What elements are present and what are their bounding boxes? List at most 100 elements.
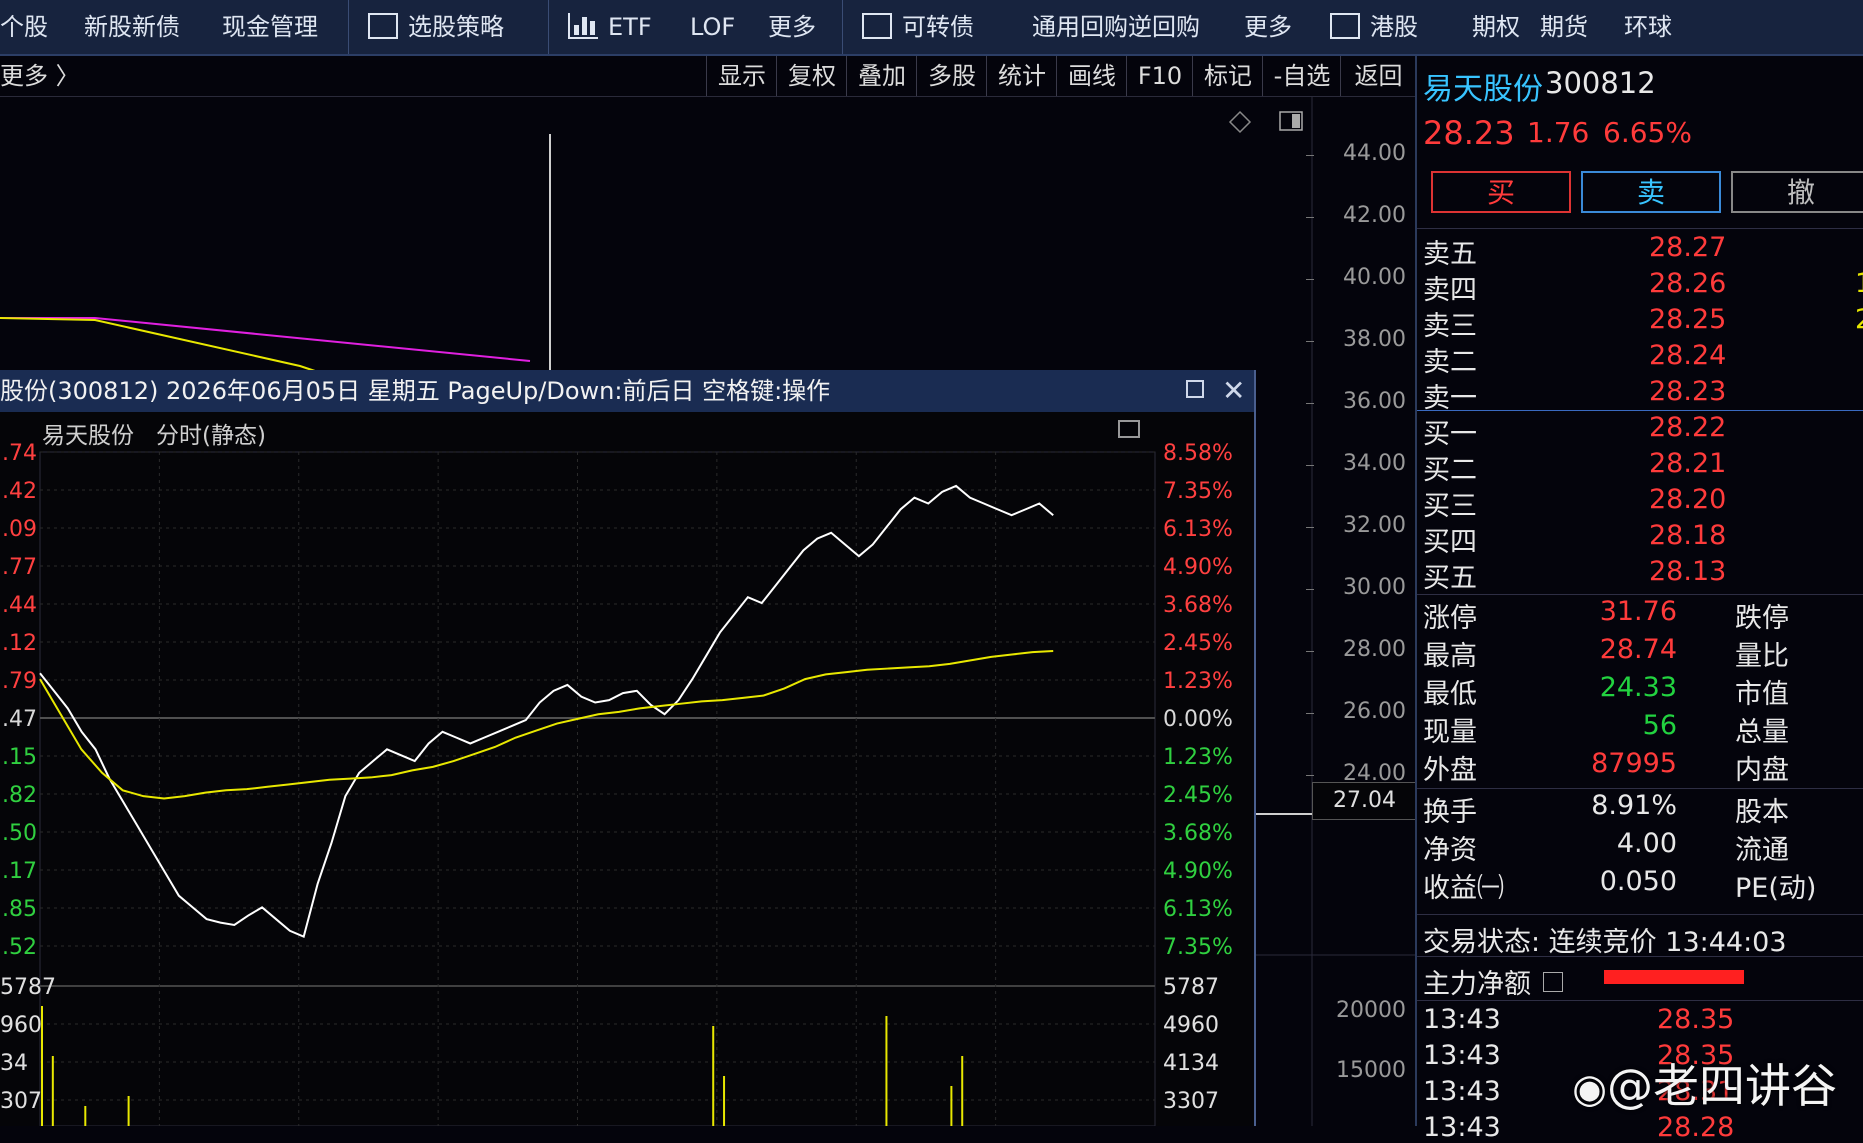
nav-convertible[interactable]: 可转债 — [862, 0, 974, 54]
watermark: ◉@老四讲谷 — [1572, 1059, 1837, 1113]
ask-level-price: 28.23 — [1649, 376, 1727, 407]
nav-futures[interactable]: 期货 — [1540, 0, 1588, 54]
nav-separator — [548, 0, 549, 54]
price-axis-tick-mark — [1306, 217, 1314, 218]
quote-stock-name: 易天股份 — [1423, 72, 1543, 107]
bid-level-price: 28.22 — [1649, 412, 1727, 443]
stat-label: 最高 — [1423, 641, 1477, 672]
price-axis-tick-label: 38.00 — [1343, 327, 1406, 352]
left-axis-label: .50 — [2, 821, 37, 846]
bid-level-price: 28.13 — [1649, 556, 1727, 587]
right-axis-label: 6.13% — [1163, 897, 1233, 922]
cancel-order-button[interactable]: 撤 — [1731, 171, 1863, 213]
volume-left-axis-label: 34 — [0, 1051, 28, 1076]
buy-button[interactable]: 买 — [1431, 171, 1571, 213]
nav-options[interactable]: 期权 — [1472, 0, 1520, 54]
fundamental-value: 4.00 — [1616, 828, 1677, 859]
left-axis-label: .47 — [2, 707, 37, 732]
tick-price: 28.35 — [1657, 1004, 1735, 1035]
left-axis-label: .52 — [2, 935, 37, 960]
price-axis-tick-mark — [1306, 341, 1314, 342]
diamond-icon — [1228, 110, 1252, 134]
volume-right-axis-label: 4960 — [1163, 1013, 1219, 1038]
price-axis-tick-label: 30.00 — [1343, 575, 1406, 600]
nav-more-1[interactable]: 更多 — [768, 0, 816, 54]
volume-left-axis-label: 5787 — [0, 975, 56, 1000]
nav-global[interactable]: 环球 — [1624, 0, 1672, 54]
stat-label-secondary: 市值 — [1735, 679, 1789, 710]
fundamental-label: 净资 — [1423, 835, 1477, 866]
nav-lof[interactable]: LOF — [690, 0, 735, 54]
ask-level-label: 卖二 — [1423, 347, 1477, 378]
left-axis-label: .74 — [2, 441, 37, 466]
nav-hk-stock[interactable]: 港股 — [1330, 0, 1418, 54]
nav-repo[interactable]: 通用回购逆回购 — [1032, 0, 1200, 54]
list-icon[interactable] — [1543, 972, 1563, 992]
price-axis-tick-mark — [1306, 775, 1314, 776]
fundamental-value: 8.91% — [1591, 790, 1677, 821]
price-axis-tick-label: 32.00 — [1343, 513, 1406, 538]
ask-level-volume: 1 — [1855, 268, 1863, 299]
tick-time: 13:43 — [1423, 1040, 1501, 1071]
nav-stock[interactable]: 个股 — [0, 0, 48, 54]
stat-label-secondary: 内盘 — [1735, 755, 1789, 786]
volume-axis-15000: 15000 — [1336, 1058, 1406, 1083]
price-axis-tick-label: 42.00 — [1343, 203, 1406, 228]
ask-bid-divider — [1417, 410, 1863, 411]
hk-stock-icon — [1330, 13, 1360, 39]
nav-more-2[interactable]: 更多 — [1244, 0, 1292, 54]
volume-right-axis-label: 5787 — [1163, 975, 1219, 1000]
bid-level-price: 28.18 — [1649, 520, 1727, 551]
bid-level-label: 买三 — [1423, 491, 1477, 522]
left-axis-label: .82 — [2, 783, 37, 808]
left-axis-label: .09 — [2, 517, 37, 542]
nav-etf[interactable]: ETF — [568, 0, 652, 54]
volume-right-axis-label: 3307 — [1163, 1089, 1219, 1114]
intraday-popup[interactable]: 股份(300812) 2026年06月05日 星期五 PageUp/Down:前… — [0, 370, 1256, 1126]
volume-axis-20000: 20000 — [1336, 998, 1406, 1023]
stat-value: 56 — [1642, 710, 1677, 741]
price-axis-tick-label: 26.00 — [1343, 699, 1406, 724]
nav-stock-picking[interactable]: 选股策略 — [368, 0, 504, 54]
sell-button[interactable]: 卖 — [1581, 171, 1721, 213]
bar-chart-icon — [568, 13, 598, 39]
fundamental-label: 换手 — [1423, 797, 1477, 828]
divider — [1417, 228, 1863, 229]
stat-label-secondary: 量比 — [1735, 641, 1789, 672]
tick-price: 28.28 — [1657, 1112, 1735, 1143]
fundamental-label-secondary: 流通 — [1735, 835, 1789, 866]
price-line — [39, 484, 1054, 939]
tick-time: 13:43 — [1423, 1112, 1501, 1143]
volume-right-axis-label: 4134 — [1163, 1051, 1219, 1076]
right-axis-label: 7.35% — [1163, 935, 1233, 960]
trade-status: 交易状态: 连续竞价 13:44:03 — [1423, 927, 1787, 958]
stat-label: 最低 — [1423, 679, 1477, 710]
nav-cash-management[interactable]: 现金管理 — [222, 0, 318, 54]
tick-time: 13:43 — [1423, 1076, 1501, 1107]
quote-stock-code: 300812 — [1545, 66, 1656, 100]
stat-value: 87995 — [1591, 748, 1677, 779]
left-axis-label: .42 — [2, 479, 37, 504]
stat-label: 涨停 — [1423, 603, 1477, 634]
ask-level-label: 卖三 — [1423, 311, 1477, 342]
divider — [1417, 594, 1863, 595]
right-axis-label: 1.23% — [1163, 745, 1233, 770]
nav-new-issues[interactable]: 新股新债 — [84, 0, 180, 54]
price-axis-tick-label: 34.00 — [1343, 451, 1406, 476]
average-line — [39, 650, 1054, 800]
fundamental-label: 收益㈠ — [1423, 873, 1504, 904]
strategy-icon — [368, 13, 398, 39]
bid-level-label: 买二 — [1423, 455, 1477, 486]
price-axis-tick-mark — [1306, 589, 1314, 590]
volume-left-axis-label: 307 — [0, 1089, 42, 1114]
price-axis-tick-mark — [1306, 155, 1314, 156]
bid-level-price: 28.21 — [1649, 448, 1727, 479]
right-axis-label: 8.58% — [1163, 441, 1233, 466]
popup-titlebar[interactable]: 股份(300812) 2026年06月05日 星期五 PageUp/Down:前… — [0, 370, 1254, 412]
bid-level-label: 买五 — [1423, 563, 1477, 594]
price-axis-tick-label: 36.00 — [1343, 389, 1406, 414]
close-icon[interactable]: ✕ — [1222, 370, 1245, 412]
price-axis-tick-mark — [1306, 279, 1314, 280]
maximize-icon[interactable] — [1186, 380, 1204, 398]
left-axis-label: .15 — [2, 745, 37, 770]
